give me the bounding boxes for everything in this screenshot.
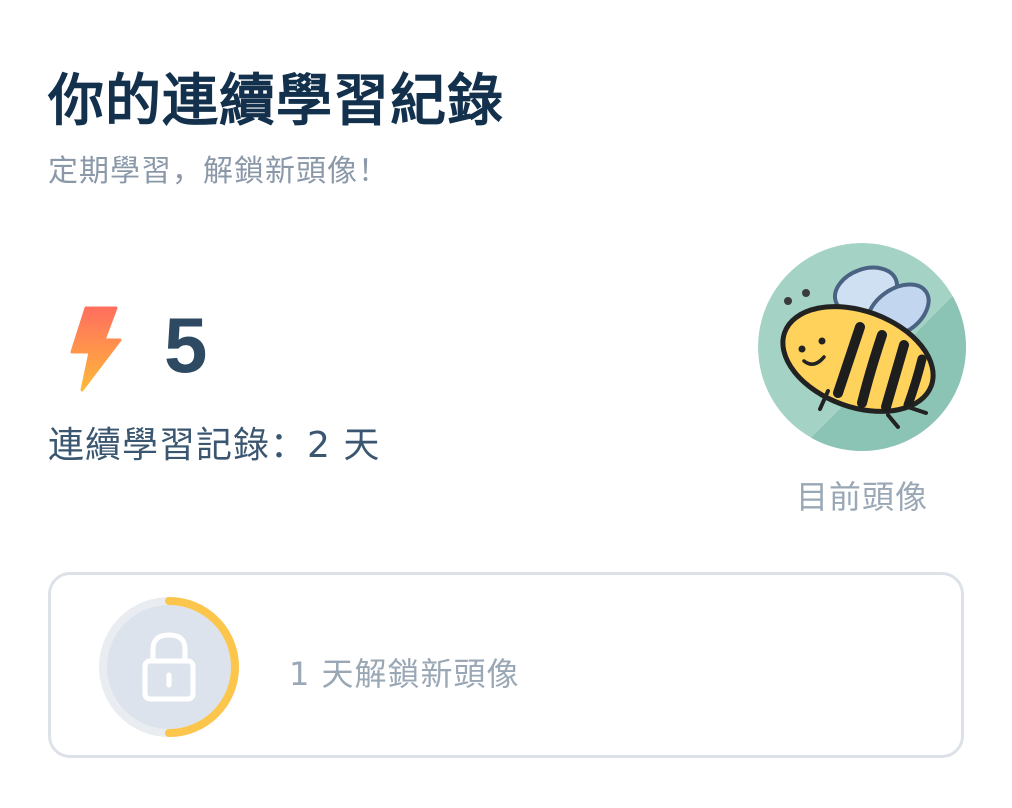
bee-avatar-icon — [758, 243, 966, 451]
unlock-progress-card: 1 天解鎖新頭像 — [48, 572, 964, 758]
streak-record-text: 連續學習記錄：2 天 — [48, 425, 381, 466]
lightning-bolt-icon — [66, 306, 122, 392]
unlock-text: 1 天解鎖新頭像 — [289, 655, 520, 693]
avatar-label: 目前頭像 — [795, 478, 928, 516]
unlock-progress-ring — [97, 595, 241, 739]
current-avatar[interactable] — [758, 243, 966, 451]
streak-page: 你的連續學習紀錄 定期學習，解鎖新頭像！ 5 連續學習記錄：2 天 目前頭像 1… — [0, 0, 1012, 808]
streak-count: 5 — [164, 301, 208, 389]
page-title: 你的連續學習紀錄 — [48, 69, 504, 134]
page-subtitle: 定期學習，解鎖新頭像！ — [48, 154, 389, 189]
